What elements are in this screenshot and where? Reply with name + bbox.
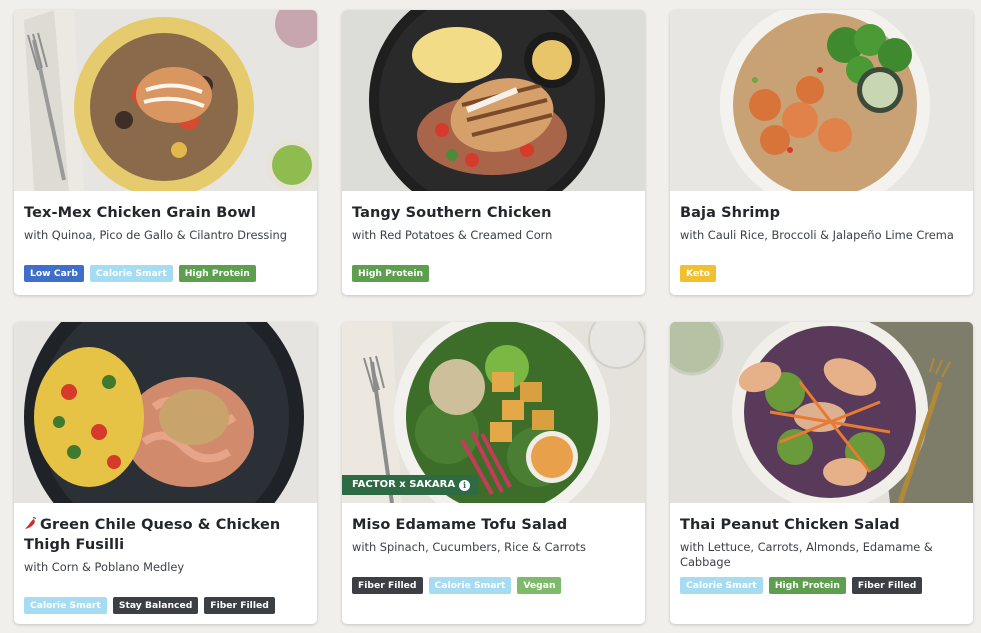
tag-high-protein: High Protein <box>352 265 430 282</box>
tag-fiber-filled: Fiber Filled <box>851 577 923 594</box>
meal-card[interactable]: Tangy Southern Chicken with Red Potatoes… <box>342 10 645 295</box>
tag-vegan: Vegan <box>517 577 562 594</box>
tag-calorie-smart: Calorie Smart <box>680 577 763 594</box>
tag-fiber-filled: Fiber Filled <box>204 597 275 614</box>
meal-title[interactable]: Tangy Southern Chicken <box>352 203 635 223</box>
tag-low-carb: Low Carb <box>24 265 84 282</box>
meal-photo[interactable] <box>670 10 973 191</box>
meal-subtitle: with Quinoa, Pico de Gallo & Cilantro Dr… <box>24 228 287 242</box>
meal-subtitle: with Red Potatoes & Creamed Corn <box>352 228 553 242</box>
tag-calorie-smart: Calorie Smart <box>24 597 107 614</box>
meal-card[interactable]: FACTOR x SAKARA i Miso Edamame Tofu Sala… <box>342 322 645 624</box>
tag-stay-balanced: Stay Balanced <box>112 597 199 614</box>
tag-fiber-filled: Fiber Filled <box>352 577 423 594</box>
meal-tags: Calorie Smart Stay Balanced Fiber Filled <box>24 597 275 614</box>
meal-title[interactable]: Thai Peanut Chicken Salad <box>680 515 963 535</box>
meal-tags: High Protein <box>352 265 430 282</box>
meal-subtitle: with Corn & Poblano Medley <box>24 560 185 574</box>
meal-subtitle: with Cauli Rice, Broccoli & Jalapeño Lim… <box>680 228 954 242</box>
tag-calorie-smart: Calorie Smart <box>89 265 173 282</box>
tag-high-protein: High Protein <box>768 577 846 594</box>
ribbon-label: FACTOR x SAKARA <box>352 479 456 490</box>
tag-high-protein: High Protein <box>178 265 256 282</box>
tag-keto: Keto <box>680 265 716 282</box>
meal-photo[interactable] <box>342 10 645 191</box>
meal-photo[interactable] <box>14 10 317 191</box>
meal-title-text: Green Chile Queso & Chicken Thigh Fusill… <box>24 517 281 553</box>
tag-calorie-smart: Calorie Smart <box>428 577 512 594</box>
meal-card[interactable]: Thai Peanut Chicken Salad with Lettuce, … <box>670 322 973 624</box>
meal-title[interactable]: Green Chile Queso & Chicken Thigh Fusill… <box>24 515 307 555</box>
meal-card[interactable]: Tex-Mex Chicken Grain Bowl with Quinoa, … <box>14 10 317 295</box>
factor-sakara-ribbon[interactable]: FACTOR x SAKARA i <box>342 475 479 495</box>
meal-subtitle: with Spinach, Cucumbers, Rice & Carrots <box>352 540 586 554</box>
info-icon[interactable]: i <box>459 479 471 491</box>
meal-title[interactable]: Miso Edamame Tofu Salad <box>352 515 635 535</box>
chili-pepper-icon <box>25 516 37 529</box>
meal-title[interactable]: Baja Shrimp <box>680 203 963 223</box>
meal-tags: Fiber Filled Calorie Smart Vegan <box>352 577 562 594</box>
meal-card[interactable]: Green Chile Queso & Chicken Thigh Fusill… <box>14 322 317 624</box>
meal-tags: Keto <box>680 265 716 282</box>
meal-photo[interactable] <box>670 322 973 503</box>
meal-tags: Calorie Smart High Protein Fiber Filled <box>680 577 923 594</box>
meal-photo[interactable] <box>14 322 317 503</box>
meal-title[interactable]: Tex-Mex Chicken Grain Bowl <box>24 203 307 223</box>
meal-tags: Low Carb Calorie Smart High Protein <box>24 265 256 282</box>
meal-card[interactable]: Baja Shrimp with Cauli Rice, Broccoli & … <box>670 10 973 295</box>
meal-photo[interactable]: FACTOR x SAKARA i <box>342 322 645 503</box>
meal-subtitle: with Lettuce, Carrots, Almonds, Edamame … <box>680 540 933 569</box>
